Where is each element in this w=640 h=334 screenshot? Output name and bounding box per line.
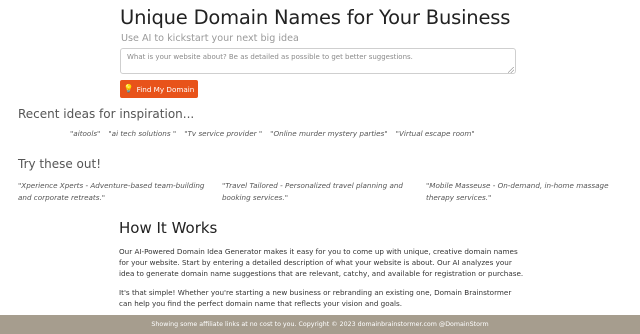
lightbulb-icon: 💡 bbox=[123, 84, 134, 93]
page-title: Unique Domain Names for Your Business bbox=[120, 6, 511, 29]
recent-idea-item[interactable]: "ai tech solutions " bbox=[108, 129, 176, 138]
find-my-domain-label: Find My Domain bbox=[136, 84, 195, 94]
recent-idea-item[interactable]: "aitools" bbox=[70, 129, 100, 138]
try-idea-item[interactable]: "Xperience Xperts - Adventure-based team… bbox=[18, 180, 218, 204]
try-idea-item[interactable]: "Mobile Masseuse - On-demand, in-home ma… bbox=[426, 180, 616, 204]
recent-ideas-heading: Recent ideas for inspiration... bbox=[18, 107, 195, 121]
footer-text: Showing some affiliate links at no cost … bbox=[151, 321, 489, 328]
recent-idea-item[interactable]: "Online murder mystery parties" bbox=[270, 129, 387, 138]
find-my-domain-button[interactable]: 💡 Find My Domain bbox=[120, 80, 198, 98]
page-subtitle: Use AI to kickstart your next big idea bbox=[121, 33, 299, 44]
recent-idea-item[interactable]: "Tv service provider " bbox=[184, 129, 262, 138]
try-these-heading: Try these out! bbox=[18, 157, 102, 171]
how-it-works-paragraph: It's that simple! Whether you're startin… bbox=[119, 288, 512, 308]
try-idea-item[interactable]: "Travel Tailored - Personalized travel p… bbox=[222, 180, 407, 204]
recent-ideas-list: "aitools" "ai tech solutions " "Tv servi… bbox=[70, 129, 475, 138]
recent-idea-item[interactable]: "Virtual escape room" bbox=[396, 129, 475, 138]
how-it-works-heading: How It Works bbox=[119, 219, 218, 237]
website-description-input[interactable] bbox=[120, 48, 516, 74]
footer: Showing some affiliate links at no cost … bbox=[0, 315, 640, 334]
resize-grip-icon[interactable] bbox=[508, 67, 514, 73]
how-it-works-paragraph: Our AI-Powered Domain Idea Generator mak… bbox=[119, 247, 524, 278]
